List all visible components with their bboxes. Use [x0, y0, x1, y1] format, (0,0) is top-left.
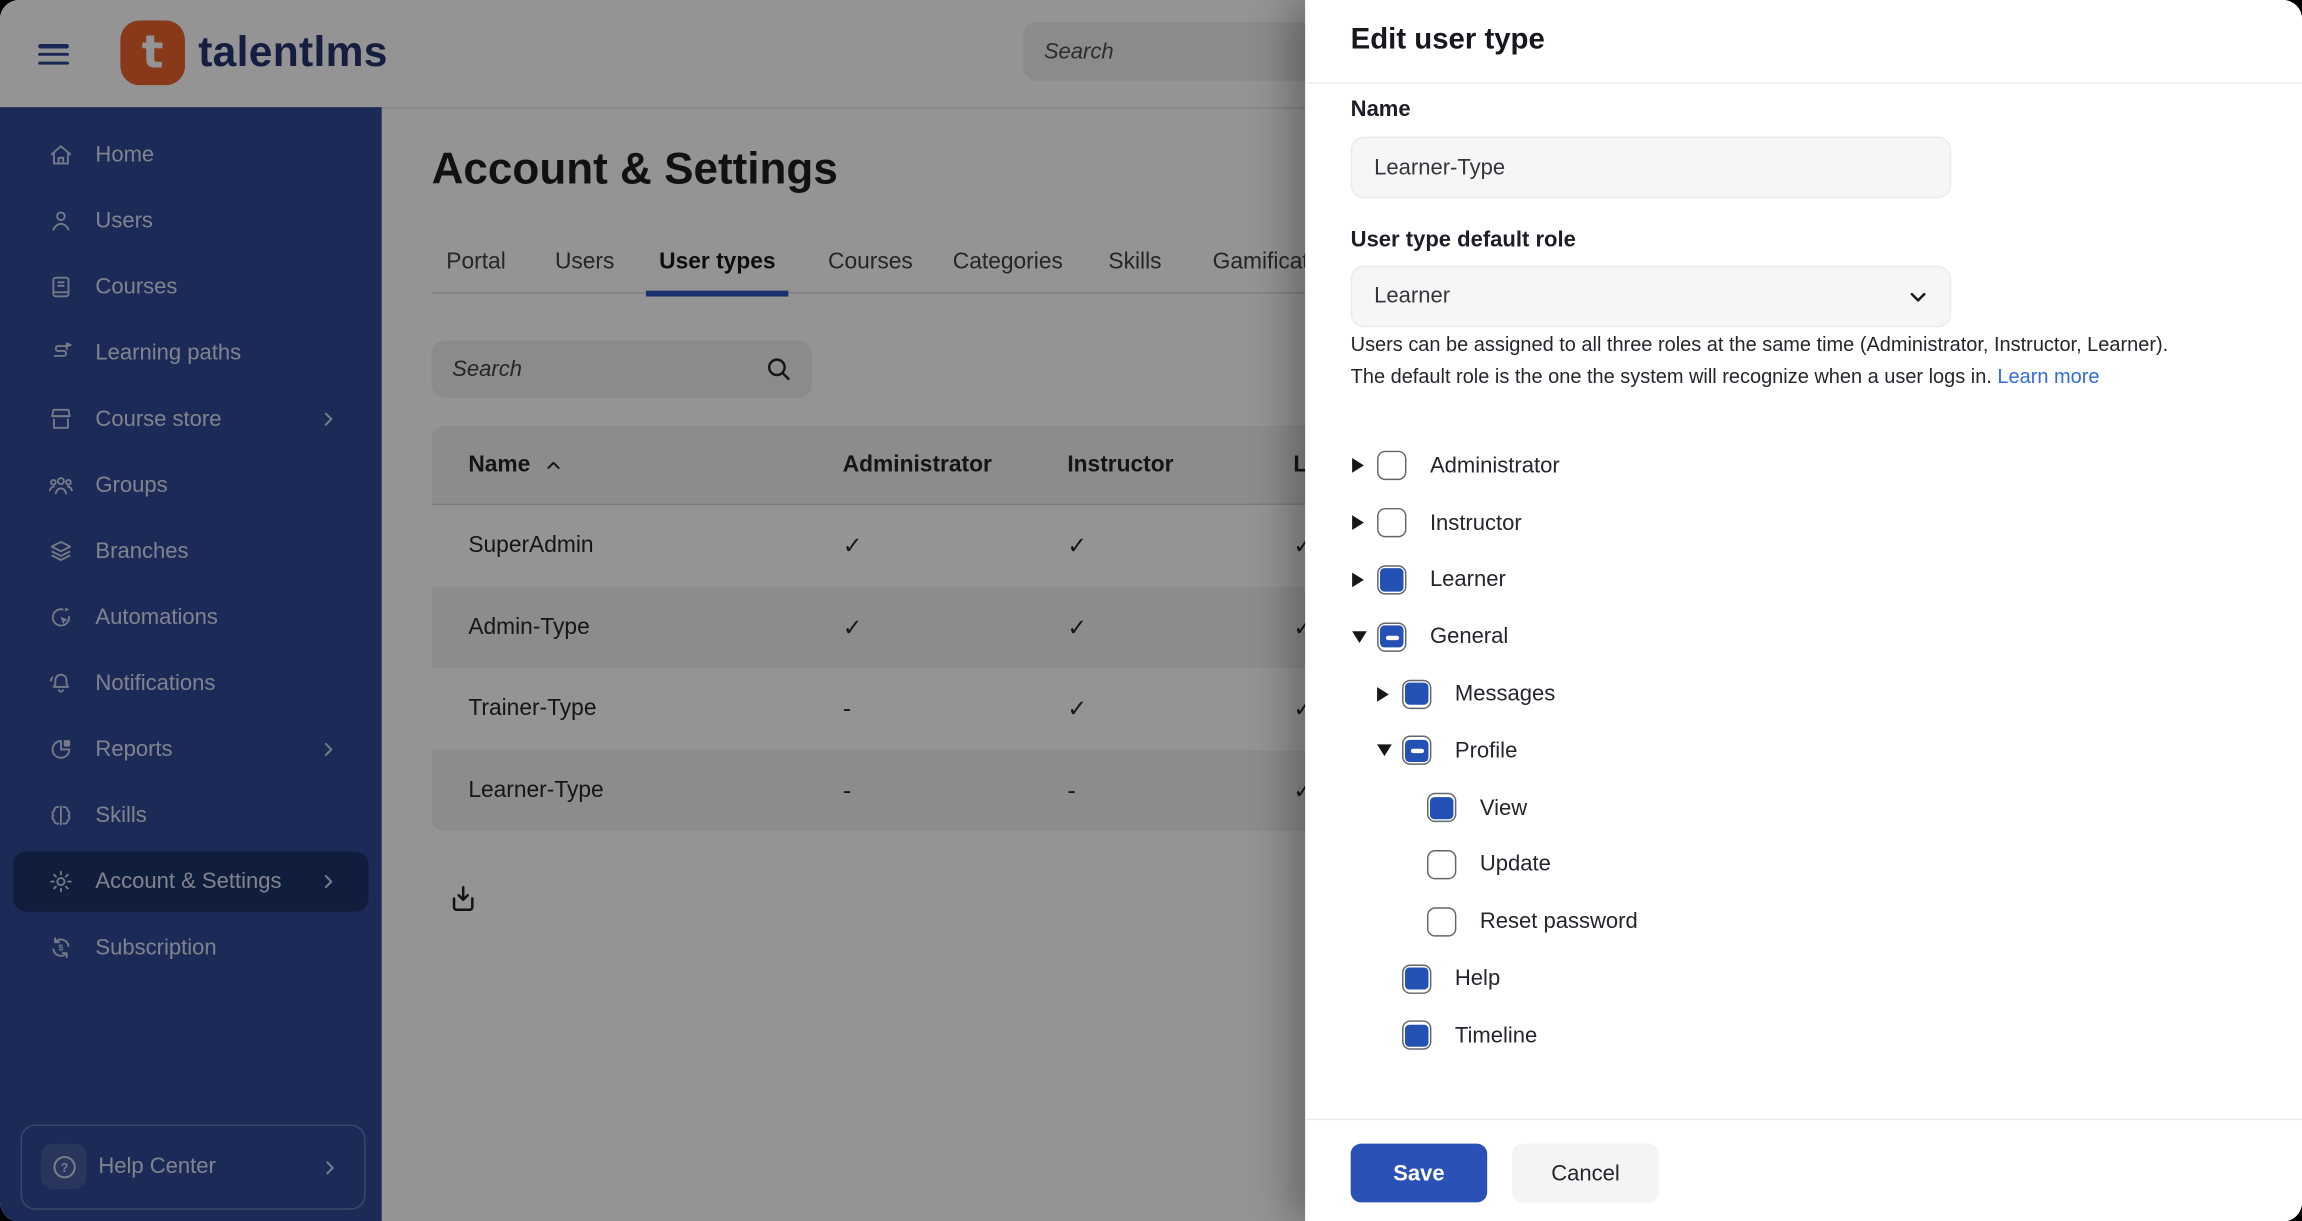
checkbox-learner[interactable]	[1377, 565, 1406, 594]
tree-label: Learner	[1430, 567, 1506, 592]
name-label: Name	[1351, 97, 1411, 122]
divider	[1305, 1119, 2302, 1120]
role-label: User type default role	[1351, 228, 1576, 253]
collapse-arrow-icon[interactable]	[1377, 745, 1402, 757]
name-field[interactable]	[1352, 138, 1950, 197]
chevron-down-icon	[1906, 285, 1931, 310]
tree-item-help[interactable]: Help	[1305, 950, 2302, 1007]
permissions-tree: Administrator Instructor Learner General	[1305, 437, 2302, 1064]
tree-item-instructor[interactable]: Instructor	[1305, 494, 2302, 551]
tree-label: Instructor	[1430, 510, 1522, 535]
tree-item-update[interactable]: Update	[1305, 836, 2302, 893]
tree-label: View	[1480, 795, 1527, 820]
checkbox-administrator[interactable]	[1377, 451, 1406, 480]
helper-text-1: Users can be assigned to all three roles…	[1351, 333, 2169, 355]
edit-user-type-panel: Edit user type Name User type default ro…	[1305, 0, 2302, 1221]
save-button[interactable]: Save	[1351, 1144, 1488, 1203]
role-select-value: Learner	[1374, 267, 1450, 326]
tree-item-view[interactable]: View	[1305, 779, 2302, 836]
tree-item-profile[interactable]: Profile	[1305, 722, 2302, 779]
checkbox-instructor[interactable]	[1377, 508, 1406, 537]
tree-label: Update	[1480, 852, 1551, 877]
tree-item-messages[interactable]: Messages	[1305, 665, 2302, 722]
tree-item-general[interactable]: General	[1305, 608, 2302, 665]
helper-text-2: The default role is the one the system w…	[1351, 366, 2100, 388]
tree-label: Help	[1455, 966, 1500, 991]
checkbox-timeline[interactable]	[1402, 1021, 1431, 1050]
tree-item-learner[interactable]: Learner	[1305, 551, 2302, 608]
helper-text-2-body: The default role is the one the system w…	[1351, 366, 1992, 388]
checkbox-help[interactable]	[1402, 964, 1431, 993]
expand-arrow-icon[interactable]	[1352, 573, 1377, 588]
tree-label: Timeline	[1455, 1023, 1537, 1048]
tree-label: Reset password	[1480, 909, 1638, 934]
application-window: t talentlms Home Users Courses Learning …	[0, 0, 2302, 1221]
expand-arrow-icon[interactable]	[1377, 686, 1402, 701]
tree-label: Messages	[1455, 681, 1555, 706]
expand-arrow-icon[interactable]	[1352, 459, 1377, 474]
cancel-button[interactable]: Cancel	[1512, 1144, 1659, 1203]
learn-more-link[interactable]: Learn more	[1997, 366, 2099, 388]
tree-item-timeline[interactable]: Timeline	[1305, 1007, 2302, 1064]
expand-arrow-icon[interactable]	[1352, 516, 1377, 531]
checkbox-messages[interactable]	[1402, 679, 1431, 708]
name-field-wrap	[1351, 137, 1951, 199]
tree-label: General	[1430, 624, 1508, 649]
panel-title: Edit user type	[1351, 23, 1545, 57]
role-select[interactable]: Learner	[1351, 266, 1951, 328]
tree-item-reset-password[interactable]: Reset password	[1305, 893, 2302, 950]
checkbox-view[interactable]	[1427, 793, 1456, 822]
divider	[1305, 82, 2302, 83]
checkbox-profile[interactable]	[1402, 736, 1431, 765]
checkbox-update[interactable]	[1427, 850, 1456, 879]
checkbox-reset-password[interactable]	[1427, 907, 1456, 936]
collapse-arrow-icon[interactable]	[1352, 631, 1377, 643]
tree-label: Profile	[1455, 738, 1517, 763]
modal-backdrop[interactable]	[0, 0, 1305, 1221]
tree-item-administrator[interactable]: Administrator	[1305, 437, 2302, 494]
checkbox-general[interactable]	[1377, 622, 1406, 651]
tree-label: Administrator	[1430, 453, 1560, 478]
